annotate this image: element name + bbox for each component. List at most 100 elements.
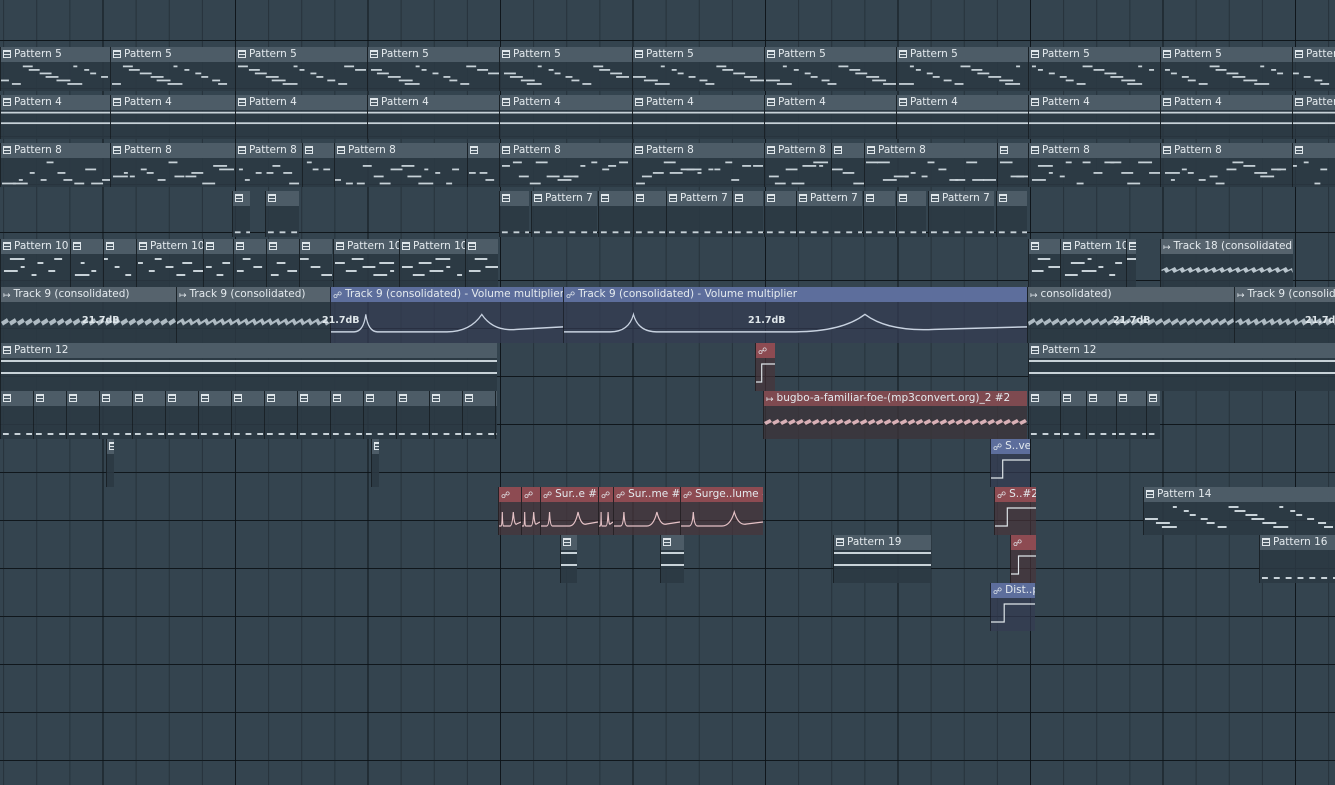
pattern-4-clip[interactable]: Pattern 4 [110, 95, 235, 139]
pattern-7-clip[interactable]: Pattern 7 [928, 191, 994, 237]
pattern-10-clip[interactable]: Pa [1126, 239, 1136, 287]
pattern-10-clip[interactable] [1028, 239, 1060, 287]
clip-header[interactable] [430, 391, 462, 406]
track-9-audio-clip[interactable]: ↦Track 9 (consolidated) [176, 287, 330, 343]
clip-header[interactable] [265, 391, 297, 406]
clip-header[interactable]: Pattern 10 [137, 239, 203, 254]
clip-header[interactable]: Pattern 4 [897, 95, 1028, 110]
clip-header[interactable]: ☍ [756, 343, 775, 358]
clip-header[interactable]: Pattern 8 [865, 143, 997, 158]
pattern-10-clip[interactable]: Pattern 10 [399, 239, 465, 287]
clip-header[interactable]: Pattern 4 [111, 95, 235, 110]
pattern-8-clip[interactable] [997, 143, 1028, 187]
clip-header[interactable]: Pattern 8 [765, 143, 831, 158]
pattern-8-clip[interactable]: Pattern 8 [1028, 143, 1160, 187]
pattern-8-clip[interactable] [467, 143, 499, 187]
clip-header[interactable] [166, 391, 198, 406]
clip-header[interactable]: ↦Track 9 (consolidated) [177, 287, 330, 302]
clip-header[interactable] [34, 391, 66, 406]
pattern-10-clip[interactable] [203, 239, 233, 287]
automation-clip[interactable]: ☍ S..ve [990, 439, 1030, 487]
pattern-8-clip[interactable]: Pattern 8 [499, 143, 632, 187]
pattern-8-clip[interactable]: Pattern 8 [764, 143, 831, 187]
clip-header[interactable] [397, 391, 429, 406]
clip-header[interactable]: Pattern 5 [500, 47, 632, 62]
clip-header[interactable] [634, 191, 666, 206]
pattern-7-clip[interactable] [996, 191, 1027, 237]
pattern-clip[interactable] [462, 391, 495, 439]
clip-header[interactable] [1029, 239, 1060, 254]
pattern-clip[interactable] [363, 391, 396, 439]
pattern-8-clip[interactable]: Pattern 8 [0, 143, 110, 187]
clip-header[interactable]: ↦ consolidated) [1028, 287, 1234, 302]
pattern-clip[interactable] [231, 391, 264, 439]
pattern-clip[interactable] [330, 391, 363, 439]
clip-header[interactable] [1117, 391, 1146, 406]
clip-header[interactable]: Pattern 5 [236, 47, 367, 62]
pattern-4-clip[interactable]: Pattern 4 [632, 95, 764, 139]
pattern-clip[interactable] [66, 391, 99, 439]
clip-header[interactable]: Pa [1127, 239, 1136, 254]
clip-header[interactable] [500, 191, 529, 206]
clip-header[interactable]: Pattern 4 [368, 95, 499, 110]
pattern-clip[interactable] [396, 391, 429, 439]
pattern-5-clip[interactable]: Pattern 5 [499, 47, 632, 91]
clip-header[interactable]: Pattern 8 [335, 143, 467, 158]
clip-header[interactable] [599, 191, 633, 206]
clip-header[interactable]: Pattern 8 [236, 143, 302, 158]
pattern-4-clip[interactable]: Pattern 4 [1028, 95, 1160, 139]
clip-header[interactable] [661, 535, 684, 550]
clip-header[interactable]: Pattern 16 [1260, 535, 1335, 550]
clip-header[interactable] [1029, 391, 1060, 406]
pattern-10-clip[interactable] [299, 239, 332, 287]
track-9-volume-automation[interactable]: ☍ Track 9 (consolidated) - Volume multipl… [563, 287, 1027, 343]
clip-header[interactable]: ☍ S..#2 [995, 487, 1036, 502]
clip-header[interactable]: Pattern 14 [1144, 487, 1335, 502]
pattern-8-clip[interactable]: Pattern 8 [1160, 143, 1292, 187]
pattern-7-clip[interactable]: Pattern 7 [666, 191, 732, 237]
clip-header[interactable]: Pattern 8 [633, 143, 764, 158]
clip-header[interactable] [997, 191, 1027, 206]
pattern-7-clip[interactable] [896, 191, 926, 237]
pattern-clip[interactable] [265, 191, 299, 237]
clip-header[interactable]: ☍ [499, 487, 521, 502]
pattern-8-clip[interactable]: Pattern 8 [632, 143, 764, 187]
clip-header[interactable]: Pattern 8 [500, 143, 632, 158]
clip-header[interactable] [998, 143, 1028, 158]
clip-header[interactable] [864, 191, 895, 206]
pattern-8-clip[interactable]: Pattern 8 [334, 143, 467, 187]
pattern-8-clip[interactable]: Pattern 8 [235, 143, 302, 187]
pattern-clip[interactable] [1060, 391, 1086, 439]
pattern-clip[interactable] [1028, 391, 1060, 439]
clip-header[interactable] [765, 191, 796, 206]
automation-clip[interactable]: ☍ [521, 487, 540, 535]
pattern-clip[interactable] [264, 391, 297, 439]
clip-header[interactable]: ☍ Track 9 (consolidated) - Volume multipl… [331, 287, 563, 302]
clip-header[interactable]: Pattern 5 [111, 47, 235, 62]
pattern-10-clip[interactable] [266, 239, 299, 287]
distortion-automation-clip[interactable]: ☍Dist..p [990, 583, 1035, 631]
pattern-clip[interactable] [106, 439, 114, 487]
clip-header[interactable]: Pattern 10 [1061, 239, 1126, 254]
clip-header[interactable]: Pattern 8 [1, 143, 110, 158]
clip-header[interactable]: Pattern 5 [897, 47, 1028, 62]
clip-header[interactable]: Pattern 7 [667, 191, 732, 206]
clip-header[interactable]: Pattern 5 [765, 47, 896, 62]
clip-header[interactable] [897, 191, 926, 206]
clip-header[interactable]: Pattern 4 [765, 95, 896, 110]
clip-header[interactable] [561, 535, 577, 550]
clip-header[interactable]: Pattern 8 [111, 143, 235, 158]
clip-header[interactable]: ☍Sur..e #2 [541, 487, 598, 502]
pattern-5-clip[interactable]: Pattern 5 [896, 47, 1028, 91]
clip-header[interactable]: Pattern 4 [1029, 95, 1160, 110]
clip-header[interactable]: Pattern 5 [1, 47, 110, 62]
pattern-10-clip[interactable] [70, 239, 103, 287]
clip-header[interactable] [364, 391, 396, 406]
pattern-4-clip[interactable]: Pattern 4 [1292, 95, 1335, 139]
pattern-14-clip[interactable]: Pattern 14 [1143, 487, 1335, 535]
clip-header[interactable]: ☍ [599, 487, 613, 502]
track-18-audio-clip[interactable]: ↦ Track 18 (consolidated) [1160, 239, 1293, 287]
clip-header[interactable]: ☍ S..ve [991, 439, 1030, 454]
pattern-clip[interactable] [429, 391, 462, 439]
pattern-10-clip[interactable]: Pattern 10 [0, 239, 70, 287]
